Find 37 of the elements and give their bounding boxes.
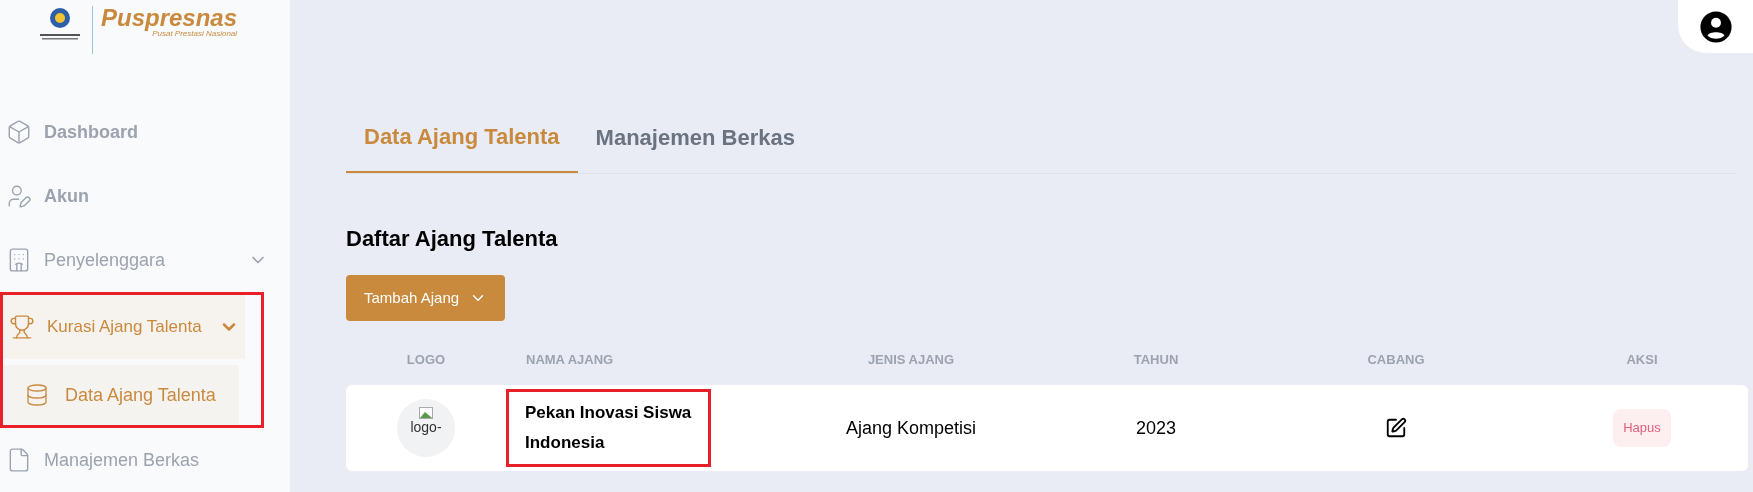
column-header: CABANG — [1367, 351, 1425, 370]
sidebar-label: Manajemen Berkas — [44, 448, 200, 472]
account-button[interactable] — [1678, 0, 1753, 53]
event-name: Pekan Inovasi Siswa Indonesia — [506, 389, 711, 467]
sidebar-item[interactable]: Akun — [0, 164, 274, 228]
column-header: TAHUN — [1133, 351, 1179, 370]
sidebar-label: Penyelenggara — [44, 248, 166, 272]
sidebar-item[interactable]: Dashboard — [0, 100, 274, 164]
sidebar-label: Kurasi Ajang Talenta — [47, 316, 202, 339]
image-alt-text: logo- — [410, 419, 442, 437]
add-event-button[interactable]: Tambah Ajang — [346, 275, 506, 321]
brand-name: Puspresnas — [101, 6, 238, 30]
column-header: LOGO — [406, 351, 446, 370]
trophy-icon — [9, 314, 35, 340]
sidebar-label: Akun — [44, 184, 89, 208]
delete-button[interactable]: Hapus — [1613, 409, 1671, 447]
edit-icon[interactable] — [1385, 417, 1407, 439]
sidebar-subitem[interactable]: Data Ajang Talenta — [3, 365, 239, 425]
column-header: NAMA AJANG — [526, 351, 614, 370]
section-title: Daftar Ajang Talenta — [346, 225, 559, 253]
cube-icon — [6, 119, 32, 145]
brand-tagline: Pusat Prestasi Nasional — [152, 30, 238, 38]
sidebar-item[interactable]: Manajemen Berkas — [0, 428, 274, 492]
user-icon — [6, 183, 32, 209]
user-avatar-icon — [1698, 9, 1733, 44]
sidebar-item[interactable]: Penyelenggara — [0, 228, 274, 292]
tab[interactable]: Data Ajang Talenta — [346, 120, 578, 173]
sidebar-item[interactable]: Kurasi Ajang Talenta — [3, 295, 245, 359]
column-header: AKSI — [1626, 351, 1658, 370]
sidebar-label: Dashboard — [44, 120, 139, 144]
sidebar-label: Data Ajang Talenta — [65, 383, 216, 407]
broken-image-icon — [419, 407, 433, 419]
database-icon — [25, 383, 49, 407]
tab[interactable]: Manajemen Berkas — [577, 120, 813, 173]
column-header: JENIS AJANG — [867, 351, 955, 370]
table-cell-text: 2023 — [1135, 416, 1176, 440]
table-cell-text: Ajang Kompetisi — [845, 416, 977, 440]
